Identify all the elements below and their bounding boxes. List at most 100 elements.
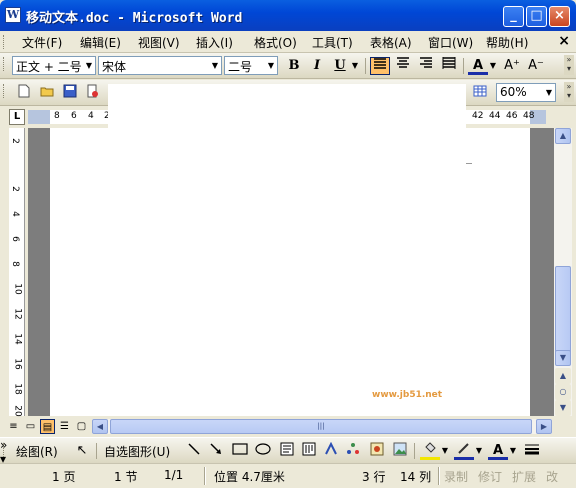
justify-icon	[374, 58, 386, 69]
picture-icon	[393, 442, 407, 456]
scroll-right-button[interactable]: ▶	[536, 419, 552, 434]
status-page-of: 1/1	[164, 468, 184, 482]
distributed-align-button[interactable]	[439, 57, 459, 75]
arrow-tool-button[interactable]	[206, 442, 226, 460]
new-document-button[interactable]	[14, 84, 34, 102]
toolbar-grip[interactable]	[3, 84, 6, 98]
wordart-button[interactable]	[321, 441, 341, 460]
scroll-left-button[interactable]: ◀	[92, 419, 108, 434]
chevron-down-icon[interactable]: ▼	[488, 57, 498, 75]
view-scroll-row: ≡ ▭ ▤ ☰ ▢ ◀ ||| ▶	[0, 418, 576, 435]
grow-font-button[interactable]: A⁺	[502, 57, 522, 75]
vertical-ruler-number: 4	[9, 211, 20, 217]
shrink-font-button[interactable]: A⁻	[526, 57, 546, 75]
web-view-button[interactable]: ▭	[23, 419, 38, 434]
menu-table[interactable]: 表格(A)	[370, 34, 412, 51]
bold-button[interactable]: B	[284, 57, 304, 75]
toolbar-grip[interactable]	[3, 57, 6, 71]
style-combo[interactable]: 正文 + 二号 ▼	[12, 56, 96, 75]
menu-format[interactable]: 格式(O)	[254, 34, 297, 51]
chevron-down-icon[interactable]: ▼	[543, 84, 555, 101]
scroll-down-button[interactable]: ▼	[555, 350, 571, 366]
italic-button[interactable]: I	[307, 57, 327, 75]
diagram-button[interactable]	[343, 442, 363, 460]
select-browse-object-button[interactable]: ○	[555, 384, 571, 400]
maximize-button[interactable]: □	[526, 6, 547, 27]
autoshapes-menu-button[interactable]: 自选图形(U)	[104, 443, 170, 460]
chevron-down-icon[interactable]: ▼	[474, 442, 484, 460]
distributed-align-icon	[442, 57, 456, 69]
menu-insert[interactable]: 插入(I)	[196, 34, 233, 51]
horizontal-scroll-thumb[interactable]: |||	[110, 419, 532, 434]
align-center-button[interactable]	[393, 57, 413, 75]
toolbar-grip[interactable]	[3, 35, 6, 49]
previous-page-button[interactable]: ▲	[555, 368, 571, 384]
toolbar-grip[interactable]	[3, 443, 6, 457]
close-button[interactable]: ×	[549, 6, 570, 27]
insert-table-button[interactable]	[470, 84, 490, 102]
line-color-button[interactable]	[454, 442, 474, 460]
toolbar-options-icon[interactable]: » ▾	[564, 82, 574, 102]
textbox-tool-button[interactable]	[277, 442, 297, 460]
minimize-button[interactable]: _	[503, 6, 524, 27]
align-right-button[interactable]	[416, 57, 436, 75]
text-cursor	[466, 163, 472, 164]
reading-view-button[interactable]: ▢	[74, 419, 89, 434]
chevron-down-icon[interactable]: ▼	[440, 442, 450, 460]
menu-window[interactable]: 窗口(W)	[428, 34, 473, 51]
fill-color-button[interactable]	[420, 442, 440, 460]
line-style-button[interactable]	[522, 442, 542, 460]
draw-font-color-button[interactable]: A	[488, 442, 508, 460]
normal-view-button[interactable]: ≡	[6, 419, 21, 434]
toolbar-options-icon[interactable]: » ▾	[564, 55, 574, 75]
menu-bar: 文件(F) 编辑(E) 视图(V) 插入(I) 格式(O) 工具(T) 表格(A…	[0, 31, 576, 53]
chevron-down-icon[interactable]: ▼	[265, 57, 277, 74]
font-combo[interactable]: 宋体 ▼	[98, 56, 222, 75]
status-overtype[interactable]: 改	[546, 468, 558, 485]
menu-view[interactable]: 视图(V)	[138, 34, 180, 51]
menu-help[interactable]: 帮助(H)	[486, 34, 528, 51]
vertical-scroll-thumb[interactable]	[555, 266, 571, 356]
vertical-textbox-button[interactable]	[299, 442, 319, 460]
rectangle-tool-button[interactable]	[230, 442, 250, 460]
permission-button[interactable]	[83, 84, 103, 102]
outline-view-button[interactable]: ☰	[57, 419, 72, 434]
status-track-changes[interactable]: 修订	[478, 468, 502, 485]
horizontal-scrollbar[interactable]: ◀ ||| ▶	[92, 419, 552, 434]
insert-picture-button[interactable]	[390, 442, 410, 460]
open-button[interactable]	[37, 84, 57, 102]
font-color-button[interactable]: A	[468, 57, 488, 75]
clipart-button[interactable]	[367, 442, 387, 460]
vertical-scrollbar[interactable]: ▲ ▼ ▲ ○ ▼	[554, 128, 572, 416]
justify-button[interactable]	[370, 57, 390, 75]
window-title: 移动文本.doc - Microsoft Word	[26, 11, 243, 26]
draw-menu-button[interactable]: 绘图(R)	[16, 443, 58, 460]
scroll-up-button[interactable]: ▲	[555, 128, 571, 144]
line-tool-button[interactable]	[184, 442, 204, 460]
chevron-down-icon[interactable]: ▼	[209, 57, 221, 74]
status-record[interactable]: 录制	[444, 468, 468, 485]
font-size-combo[interactable]: 二号 ▼	[224, 56, 278, 75]
next-page-button[interactable]: ▼	[555, 400, 571, 416]
menu-tools[interactable]: 工具(T)	[312, 34, 353, 51]
word-app-icon[interactable]: W	[5, 7, 21, 23]
underline-button[interactable]: U	[330, 57, 350, 75]
title-bar: W 移动文本.doc - Microsoft Word _ □ ×	[0, 0, 576, 31]
vertical-ruler-number: 20	[12, 405, 23, 417]
menu-file[interactable]: 文件(F)	[22, 34, 62, 51]
chevron-down-icon[interactable]: ▼	[508, 442, 518, 460]
zoom-combo[interactable]: 60% ▼	[496, 83, 556, 102]
save-button[interactable]	[60, 84, 80, 102]
document-close-button[interactable]: ×	[558, 33, 570, 49]
chevron-down-icon[interactable]: ▼	[350, 57, 360, 75]
menu-edit[interactable]: 编辑(E)	[80, 34, 121, 51]
tab-stop-selector[interactable]: L	[9, 109, 25, 125]
status-page: 1 页	[52, 470, 76, 484]
oval-tool-button[interactable]	[253, 442, 273, 460]
chevron-down-icon[interactable]: ▼	[83, 57, 95, 74]
print-layout-view-button[interactable]: ▤	[40, 419, 55, 434]
select-objects-button[interactable]: ↖	[72, 442, 92, 460]
document-page[interactable]	[50, 128, 530, 416]
ruler-number: 4	[88, 111, 94, 121]
status-extend[interactable]: 扩展	[512, 468, 536, 485]
